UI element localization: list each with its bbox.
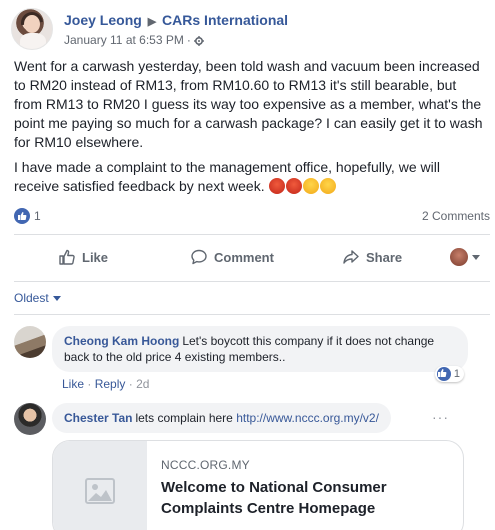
comment-reaction-badge[interactable]: 1 [434, 366, 464, 382]
link-title[interactable]: Welcome to National Consumer Complaints … [161, 477, 451, 519]
link-thumbnail [53, 441, 147, 530]
post-action-bar: Like Comment Share [14, 240, 490, 278]
comment-time[interactable]: 2d [136, 377, 149, 391]
comment-like-link[interactable]: Like [62, 377, 84, 391]
post-timestamp[interactable]: January 11 at 6:53 PM [64, 33, 184, 47]
chevron-down-icon [52, 295, 61, 301]
comment-actions: Like · Reply · 2d [62, 377, 149, 391]
like-reaction-icon [436, 367, 451, 381]
post-header: Joey Leong ▶ CARs International January … [11, 8, 481, 52]
like-label: Like [82, 249, 109, 265]
target-page-name[interactable]: CARs International [162, 12, 288, 28]
post-body: Went for a carwash yesterday, been told … [14, 57, 484, 202]
post-author-line: Joey Leong ▶ CARs International [64, 12, 288, 28]
post-paragraph-2: I have made a complaint to the managemen… [14, 158, 484, 196]
pouting-face-icon [286, 178, 303, 194]
post-meta: January 11 at 6:53 PM · [64, 33, 204, 47]
pouting-face-icon [269, 178, 286, 194]
commenter-name[interactable]: Chester Tan [64, 411, 132, 425]
arrow-right-icon: ▶ [147, 16, 157, 28]
comment-reaction-count: 1 [453, 368, 460, 380]
commenter-avatar[interactable] [14, 403, 46, 435]
commenter-avatar[interactable] [14, 326, 46, 358]
gear-icon[interactable] [193, 35, 204, 46]
comment-url-link[interactable]: http://www.nccc.org.my/v2/ [236, 411, 379, 425]
meta-separator: · [186, 33, 191, 47]
separator-dot: · [87, 377, 95, 391]
commenter-name[interactable]: Cheong Kam Hoong [64, 334, 179, 348]
comment-bubble: Cheong Kam Hoong Let's boycott this compa… [52, 326, 468, 372]
comment-item: Chester Tan lets complain here http://www… [14, 403, 490, 435]
link-domain: NCCC.ORG.MY [161, 458, 250, 472]
thumbs-up-icon [59, 249, 75, 265]
author-avatar[interactable] [11, 8, 53, 50]
user-avatar [450, 248, 468, 266]
share-button[interactable]: Share [342, 248, 402, 266]
share-label: Share [366, 249, 403, 265]
comment-icon [191, 249, 207, 265]
link-preview-card[interactable]: NCCC.ORG.MY Welcome to National Consumer… [52, 440, 464, 530]
comment-button[interactable]: Comment [190, 248, 274, 266]
post-paragraph-2-text: I have made a complaint to the managemen… [14, 159, 440, 194]
comment-text: lets complain here [135, 411, 233, 425]
comment-sort-dropdown[interactable]: Oldest [14, 291, 61, 305]
reactions-summary: 1 2 Comments [14, 207, 490, 227]
chevron-down-icon [472, 254, 480, 260]
comment-reply-link[interactable]: Reply [95, 377, 126, 391]
like-reaction-icon[interactable] [14, 208, 30, 224]
sort-label: Oldest [14, 291, 49, 305]
post-paragraph-1: Went for a carwash yesterday, been told … [14, 58, 483, 150]
comment-label: Comment [214, 249, 274, 265]
more-options-icon[interactable]: ··· [432, 409, 449, 425]
comment-bubble: Chester Tan lets complain here http://www… [52, 403, 391, 433]
reaction-count[interactable]: 1 [34, 209, 41, 223]
angry-face-icon [303, 178, 320, 194]
comment-item: Cheong Kam Hoong Let's boycott this compa… [14, 326, 490, 392]
face-with-steam-icon [320, 178, 337, 194]
divider [14, 281, 490, 282]
divider [14, 234, 490, 235]
comments-count-link[interactable]: 2 Comments [422, 209, 490, 223]
reaction-as-selector[interactable] [450, 248, 480, 266]
separator-dot: · [128, 377, 137, 391]
like-button[interactable]: Like [58, 248, 108, 266]
image-placeholder-icon [85, 478, 115, 504]
author-name[interactable]: Joey Leong [64, 12, 142, 28]
divider [14, 314, 490, 315]
share-arrow-icon [343, 250, 359, 264]
